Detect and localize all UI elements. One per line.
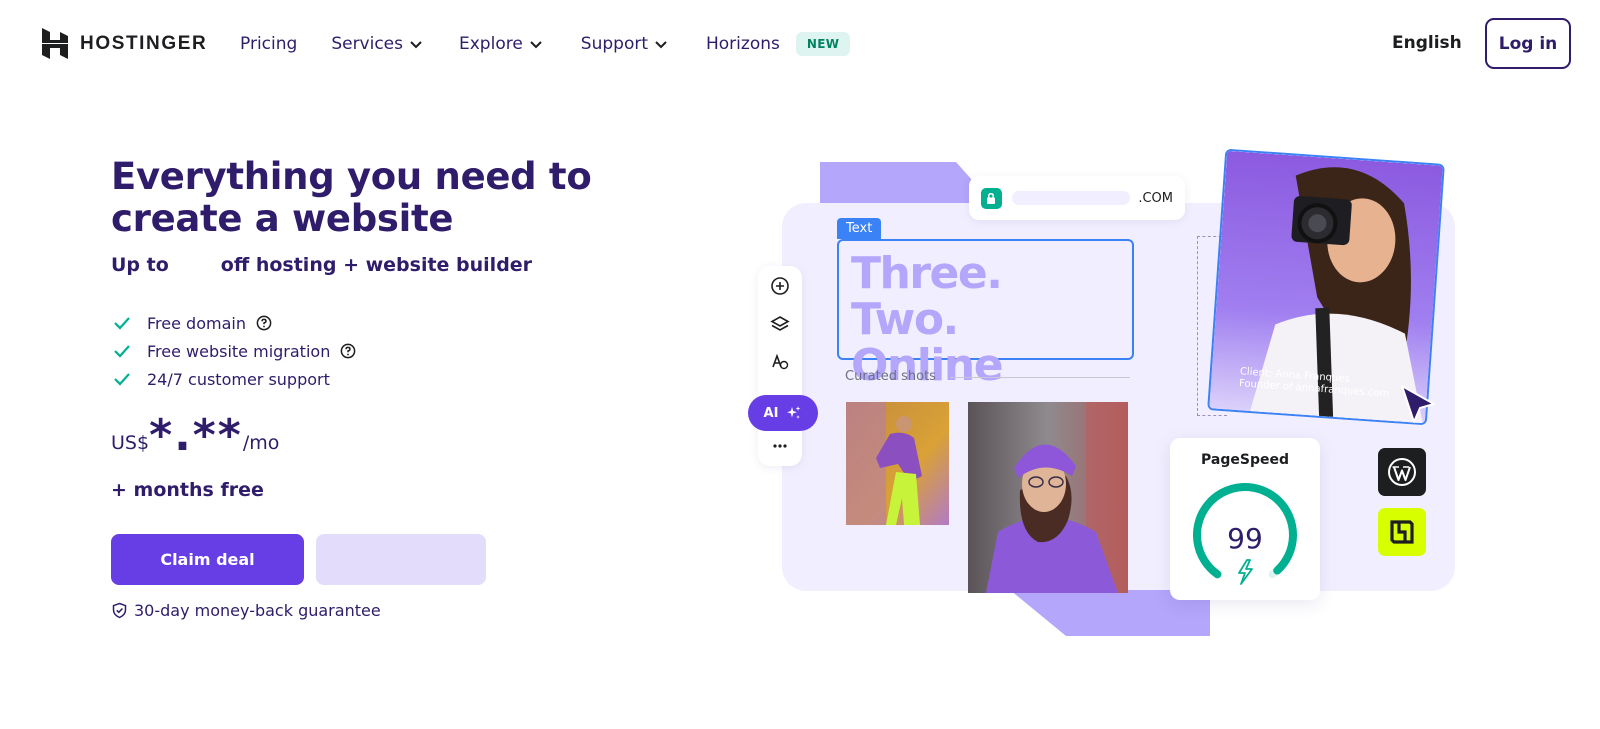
months-free: + months free [111,479,264,501]
list-item: Free website migration [112,337,356,365]
nav-horizons[interactable]: Horizons NEW [706,32,851,56]
feature-label: Free domain [147,313,246,333]
ai-button[interactable]: AI [748,395,818,431]
curated-label: Curated shots [845,369,936,384]
nav-services-label: Services [331,34,403,54]
ai-label: AI [763,405,779,421]
check-icon [114,345,130,358]
sparkle-icon [787,406,801,419]
login-button[interactable]: Log in [1485,18,1571,69]
logo-text: HOSTINGER [80,32,208,54]
url-placeholder [1011,191,1131,205]
check-icon [114,317,130,330]
feature-label: Free website migration [147,341,331,361]
horizons-logo-icon[interactable] [1378,508,1426,556]
curated-photo-2 [968,402,1128,593]
chevron-down-icon [530,41,542,49]
hero-subtitle: Up to off hosting + website builder [111,254,532,276]
price-currency: US$ [111,432,150,454]
pagespeed-value: 99 [1227,522,1263,555]
claim-deal-button[interactable]: Claim deal [111,534,304,585]
nav-pricing[interactable]: Pricing [240,32,297,56]
shield-check-icon [112,602,127,619]
hostinger-logo-icon [42,28,68,59]
hero-illustration: .COM AI Text Three. Two. Online Curated … [740,148,1480,650]
nav-support-label: Support [580,34,648,54]
divider [950,377,1130,378]
guarantee-label: 30-day money-back guarantee [134,601,381,620]
add-icon[interactable] [770,276,790,296]
top-nav: HOSTINGER Pricing Services Explore Suppo… [0,0,1600,88]
money-back-guarantee: 30-day money-back guarantee [111,601,381,620]
nav-pricing-label: Pricing [240,34,298,54]
wordpress-icon[interactable] [1378,448,1426,496]
curated-photo-1 [846,402,949,525]
pagespeed-title: PageSpeed [1201,452,1289,468]
pagespeed-card: PageSpeed 99 [1170,438,1320,600]
decorative-shape [820,162,980,207]
subtitle-prefix: Up to [111,254,169,276]
language-selector[interactable]: English [1392,33,1462,53]
hostinger-logo[interactable]: HOSTINGER [42,28,207,59]
list-item: Free domain [112,309,356,337]
list-item: 24/7 customer support [112,365,356,393]
url-bar: .COM [969,176,1185,220]
secondary-button[interactable] [316,534,486,585]
nav-horizons-label: Horizons [706,34,780,54]
more-icon[interactable] [770,436,790,456]
headline-line1: Three. Two. [851,248,1003,345]
lock-icon [981,187,1002,209]
price-display: US$ *.** /mo [111,412,279,460]
price-period: /mo [242,432,280,454]
headline-text-box[interactable]: Three. Two. Online [837,239,1134,389]
check-icon [114,373,130,386]
nav-explore-label: Explore [459,34,523,54]
url-tld: .COM [1138,190,1173,206]
help-icon[interactable] [256,315,272,331]
feature-list: Free domain Free website migration 24/7 … [112,309,356,393]
hero-title: Everything you need to create a website [111,155,592,240]
nav-support[interactable]: Support [581,32,668,56]
feature-label: 24/7 customer support [147,369,330,389]
nav-explore[interactable]: Explore [459,32,543,56]
chevron-down-icon [655,41,667,49]
help-icon[interactable] [340,343,356,359]
editor-toolbar [758,266,802,466]
nav-services[interactable]: Services [331,32,423,56]
client-photo: Client: Anna Franques Founder of annafra… [1207,148,1445,426]
bolt-icon [1238,559,1253,585]
new-badge: NEW [795,32,851,56]
chevron-down-icon [410,41,422,49]
price-amount: *.** [149,410,243,461]
cursor-arrow-icon [1401,385,1435,423]
text-style-icon[interactable] [770,352,790,372]
subtitle-suffix: off hosting + website builder [220,254,533,276]
text-element-tag: Text [837,218,882,239]
layers-icon[interactable] [770,314,790,334]
main-nav: Pricing Services Explore Support Horizon… [240,32,851,56]
